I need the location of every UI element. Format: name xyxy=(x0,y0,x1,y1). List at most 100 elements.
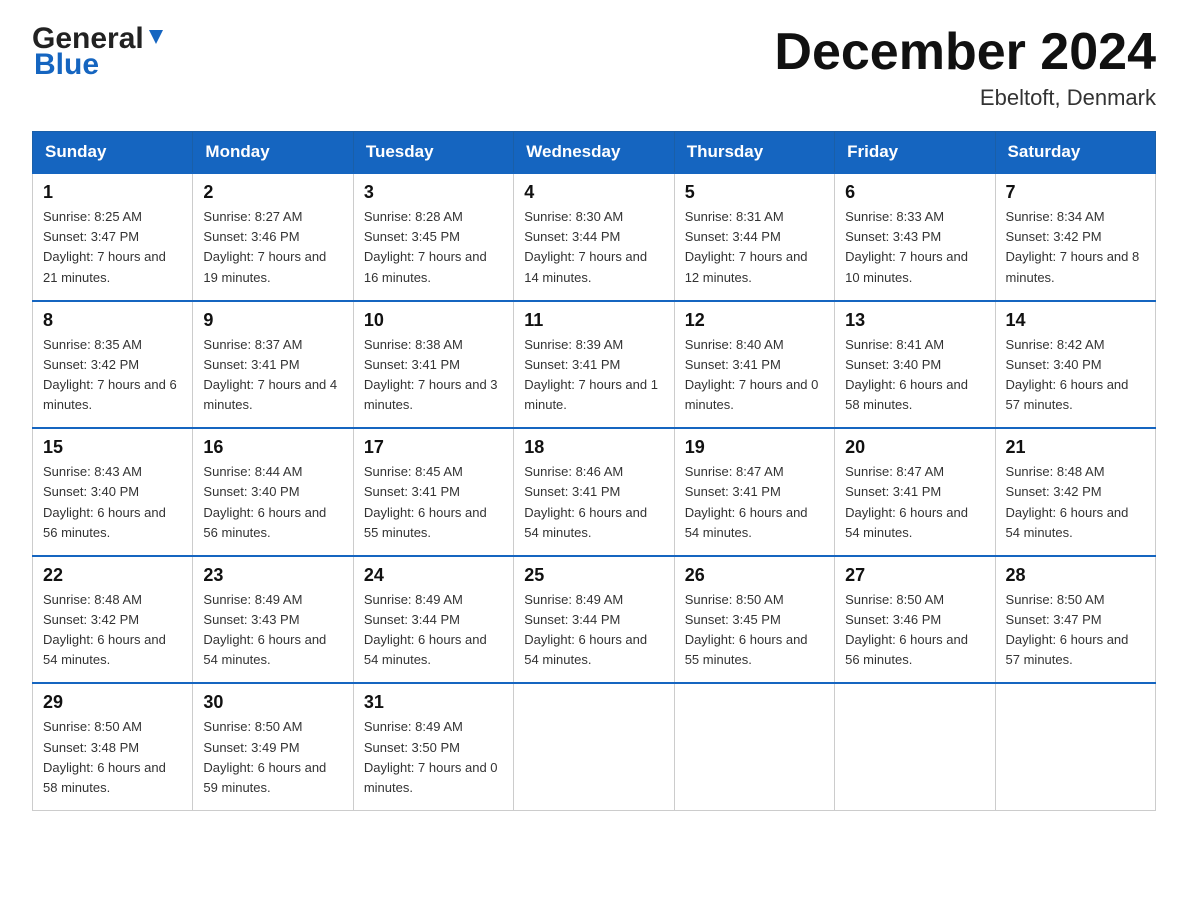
calendar-week-row: 8 Sunrise: 8:35 AMSunset: 3:42 PMDaylight… xyxy=(33,301,1156,429)
day-number: 8 xyxy=(43,310,182,331)
day-number: 14 xyxy=(1006,310,1145,331)
calendar-day-cell: 28 Sunrise: 8:50 AMSunset: 3:47 PMDayligh… xyxy=(995,556,1155,684)
day-info: Sunrise: 8:50 AMSunset: 3:45 PMDaylight:… xyxy=(685,590,824,671)
day-info: Sunrise: 8:39 AMSunset: 3:41 PMDaylight:… xyxy=(524,335,663,416)
day-number: 9 xyxy=(203,310,342,331)
calendar-day-cell: 3 Sunrise: 8:28 AMSunset: 3:45 PMDaylight… xyxy=(353,173,513,301)
calendar-header: SundayMondayTuesdayWednesdayThursdayFrid… xyxy=(33,132,1156,174)
day-info: Sunrise: 8:41 AMSunset: 3:40 PMDaylight:… xyxy=(845,335,984,416)
day-info: Sunrise: 8:50 AMSunset: 3:49 PMDaylight:… xyxy=(203,717,342,798)
calendar-body: 1Sunrise: 8:25 AMSunset: 3:47 PMDaylight… xyxy=(33,173,1156,810)
day-number: 22 xyxy=(43,565,182,586)
calendar-day-cell: 26 Sunrise: 8:50 AMSunset: 3:45 PMDayligh… xyxy=(674,556,834,684)
calendar-day-cell: 24 Sunrise: 8:49 AMSunset: 3:44 PMDayligh… xyxy=(353,556,513,684)
calendar-day-cell: 17 Sunrise: 8:45 AMSunset: 3:41 PMDayligh… xyxy=(353,428,513,556)
day-number: 28 xyxy=(1006,565,1145,586)
day-info: Sunrise: 8:49 AMSunset: 3:44 PMDaylight:… xyxy=(364,590,503,671)
day-info: Sunrise: 8:49 AMSunset: 3:43 PMDaylight:… xyxy=(203,590,342,671)
day-number: 4 xyxy=(524,182,663,203)
day-number: 10 xyxy=(364,310,503,331)
calendar-week-row: 1Sunrise: 8:25 AMSunset: 3:47 PMDaylight… xyxy=(33,173,1156,301)
day-info: Sunrise: 8:40 AMSunset: 3:41 PMDaylight:… xyxy=(685,335,824,416)
day-info: Sunrise: 8:31 AMSunset: 3:44 PMDaylight:… xyxy=(685,207,824,288)
day-number: 24 xyxy=(364,565,503,586)
calendar-table: SundayMondayTuesdayWednesdayThursdayFrid… xyxy=(32,131,1156,811)
day-info: Sunrise: 8:48 AMSunset: 3:42 PMDaylight:… xyxy=(1006,462,1145,543)
calendar-week-row: 15Sunrise: 8:43 AMSunset: 3:40 PMDayligh… xyxy=(33,428,1156,556)
day-info: Sunrise: 8:46 AMSunset: 3:41 PMDaylight:… xyxy=(524,462,663,543)
page-header: General Blue December 2024 Ebeltoft, Den… xyxy=(32,24,1156,111)
calendar-day-cell: 12 Sunrise: 8:40 AMSunset: 3:41 PMDayligh… xyxy=(674,301,834,429)
day-number: 13 xyxy=(845,310,984,331)
day-info: Sunrise: 8:48 AMSunset: 3:42 PMDaylight:… xyxy=(43,590,182,671)
day-number: 16 xyxy=(203,437,342,458)
calendar-day-cell: 19 Sunrise: 8:47 AMSunset: 3:41 PMDayligh… xyxy=(674,428,834,556)
calendar-week-row: 22 Sunrise: 8:48 AMSunset: 3:42 PMDayligh… xyxy=(33,556,1156,684)
day-number: 11 xyxy=(524,310,663,331)
day-number: 19 xyxy=(685,437,824,458)
calendar-day-cell: 29 Sunrise: 8:50 AMSunset: 3:48 PMDayligh… xyxy=(33,683,193,810)
calendar-day-cell: 7 Sunrise: 8:34 AMSunset: 3:42 PMDaylight… xyxy=(995,173,1155,301)
day-number: 23 xyxy=(203,565,342,586)
day-number: 7 xyxy=(1006,182,1145,203)
calendar-day-cell: 8 Sunrise: 8:35 AMSunset: 3:42 PMDaylight… xyxy=(33,301,193,429)
day-info: Sunrise: 8:50 AMSunset: 3:47 PMDaylight:… xyxy=(1006,590,1145,671)
day-number: 17 xyxy=(364,437,503,458)
calendar-day-cell: 14Sunrise: 8:42 AMSunset: 3:40 PMDayligh… xyxy=(995,301,1155,429)
day-number: 25 xyxy=(524,565,663,586)
page-subtitle: Ebeltoft, Denmark xyxy=(774,85,1156,111)
page-title: December 2024 xyxy=(774,24,1156,81)
day-info: Sunrise: 8:49 AMSunset: 3:50 PMDaylight:… xyxy=(364,717,503,798)
calendar-day-cell: 23 Sunrise: 8:49 AMSunset: 3:43 PMDayligh… xyxy=(193,556,353,684)
calendar-week-row: 29 Sunrise: 8:50 AMSunset: 3:48 PMDayligh… xyxy=(33,683,1156,810)
day-number: 20 xyxy=(845,437,984,458)
day-info: Sunrise: 8:49 AMSunset: 3:44 PMDaylight:… xyxy=(524,590,663,671)
day-info: Sunrise: 8:34 AMSunset: 3:42 PMDaylight:… xyxy=(1006,207,1145,288)
day-info: Sunrise: 8:30 AMSunset: 3:44 PMDaylight:… xyxy=(524,207,663,288)
logo-blue-text: Blue xyxy=(32,50,167,80)
calendar-day-cell: 16Sunrise: 8:44 AMSunset: 3:40 PMDayligh… xyxy=(193,428,353,556)
day-info: Sunrise: 8:25 AMSunset: 3:47 PMDaylight:… xyxy=(43,207,182,288)
day-number: 31 xyxy=(364,692,503,713)
calendar-day-cell xyxy=(674,683,834,810)
calendar-day-cell: 31 Sunrise: 8:49 AMSunset: 3:50 PMDayligh… xyxy=(353,683,513,810)
day-info: Sunrise: 8:50 AMSunset: 3:46 PMDaylight:… xyxy=(845,590,984,671)
day-number: 29 xyxy=(43,692,182,713)
day-number: 12 xyxy=(685,310,824,331)
day-info: Sunrise: 8:50 AMSunset: 3:48 PMDaylight:… xyxy=(43,717,182,798)
day-info: Sunrise: 8:35 AMSunset: 3:42 PMDaylight:… xyxy=(43,335,182,416)
day-info: Sunrise: 8:45 AMSunset: 3:41 PMDaylight:… xyxy=(364,462,503,543)
day-of-week-header: Thursday xyxy=(674,132,834,174)
days-of-week-row: SundayMondayTuesdayWednesdayThursdayFrid… xyxy=(33,132,1156,174)
day-info: Sunrise: 8:27 AMSunset: 3:46 PMDaylight:… xyxy=(203,207,342,288)
day-number: 3 xyxy=(364,182,503,203)
calendar-day-cell: 11 Sunrise: 8:39 AMSunset: 3:41 PMDayligh… xyxy=(514,301,674,429)
day-number: 26 xyxy=(685,565,824,586)
day-of-week-header: Monday xyxy=(193,132,353,174)
calendar-day-cell: 27Sunrise: 8:50 AMSunset: 3:46 PMDayligh… xyxy=(835,556,995,684)
day-info: Sunrise: 8:47 AMSunset: 3:41 PMDaylight:… xyxy=(685,462,824,543)
title-block: December 2024 Ebeltoft, Denmark xyxy=(774,24,1156,111)
logo: General Blue xyxy=(32,24,167,80)
calendar-day-cell: 22 Sunrise: 8:48 AMSunset: 3:42 PMDayligh… xyxy=(33,556,193,684)
calendar-day-cell: 1Sunrise: 8:25 AMSunset: 3:47 PMDaylight… xyxy=(33,173,193,301)
logo-arrow-icon xyxy=(145,26,167,48)
day-number: 2 xyxy=(203,182,342,203)
day-number: 18 xyxy=(524,437,663,458)
calendar-day-cell: 6Sunrise: 8:33 AMSunset: 3:43 PMDaylight… xyxy=(835,173,995,301)
calendar-day-cell: 25 Sunrise: 8:49 AMSunset: 3:44 PMDayligh… xyxy=(514,556,674,684)
calendar-day-cell: 2 Sunrise: 8:27 AMSunset: 3:46 PMDaylight… xyxy=(193,173,353,301)
day-number: 21 xyxy=(1006,437,1145,458)
calendar-day-cell: 9Sunrise: 8:37 AMSunset: 3:41 PMDaylight… xyxy=(193,301,353,429)
calendar-day-cell: 18 Sunrise: 8:46 AMSunset: 3:41 PMDayligh… xyxy=(514,428,674,556)
calendar-day-cell xyxy=(835,683,995,810)
day-of-week-header: Tuesday xyxy=(353,132,513,174)
calendar-day-cell: 15Sunrise: 8:43 AMSunset: 3:40 PMDayligh… xyxy=(33,428,193,556)
day-number: 6 xyxy=(845,182,984,203)
calendar-day-cell: 4 Sunrise: 8:30 AMSunset: 3:44 PMDaylight… xyxy=(514,173,674,301)
day-info: Sunrise: 8:28 AMSunset: 3:45 PMDaylight:… xyxy=(364,207,503,288)
day-info: Sunrise: 8:47 AMSunset: 3:41 PMDaylight:… xyxy=(845,462,984,543)
day-info: Sunrise: 8:38 AMSunset: 3:41 PMDaylight:… xyxy=(364,335,503,416)
calendar-day-cell xyxy=(995,683,1155,810)
day-info: Sunrise: 8:43 AMSunset: 3:40 PMDaylight:… xyxy=(43,462,182,543)
